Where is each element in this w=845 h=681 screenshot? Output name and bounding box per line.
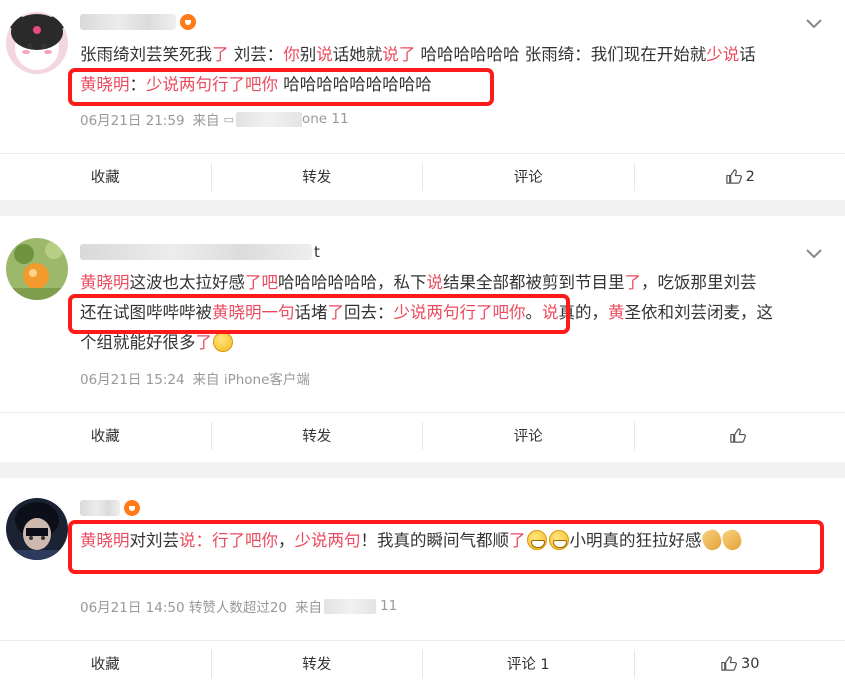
comment-button[interactable]: 评论 bbox=[423, 425, 634, 446]
comment-label: 评论 bbox=[513, 429, 543, 445]
text-segment: 个组就能好很多 bbox=[80, 333, 196, 352]
forward-label: 转发 bbox=[302, 429, 332, 445]
text-segment: 话她就 bbox=[332, 45, 383, 64]
highlighted-text: 黄 bbox=[608, 303, 625, 322]
device-icon: ▭ bbox=[223, 112, 234, 126]
text-segment: 张雨绮刘芸笑死我 bbox=[80, 45, 212, 64]
post-meta: 06月21日 14:50 转赞人数超过20 来自 11 bbox=[80, 596, 397, 616]
post-source-suffix[interactable]: 11 bbox=[380, 598, 397, 614]
forward-button[interactable]: 转发 bbox=[212, 653, 423, 674]
chevron-down-icon[interactable] bbox=[805, 18, 823, 30]
highlighted-text: 说了 bbox=[382, 45, 416, 64]
text-segment: 哈哈哈哈哈哈 张雨绮：我们现在开始就 bbox=[415, 45, 707, 64]
post-source-prefix: 来自 bbox=[192, 113, 220, 129]
like-count: 30 bbox=[741, 655, 760, 672]
action-bar: 收藏 转发 评论 1 30 bbox=[0, 640, 845, 681]
highlighted-text: 说 bbox=[426, 273, 444, 292]
text-line: 张雨绮刘芸笑死我了 刘芸：你别说话她就说了 哈哈哈哈哈哈 张雨绮：我们现在开始就… bbox=[80, 40, 825, 70]
blurred-source bbox=[235, 111, 302, 127]
comment-label: 评论 bbox=[513, 170, 543, 186]
blurred-username bbox=[80, 244, 312, 260]
post-source-prefix: 来自 bbox=[295, 600, 323, 616]
forward-button[interactable]: 转发 bbox=[212, 166, 423, 187]
post-separator bbox=[0, 462, 845, 478]
red-highlight-box bbox=[68, 294, 570, 334]
blurred-username bbox=[80, 500, 120, 516]
like-button[interactable]: 30 bbox=[635, 655, 845, 672]
text-segment: 结果全部都被剪到节目里 bbox=[443, 273, 625, 292]
favorite-label: 收藏 bbox=[90, 657, 120, 673]
forward-label: 转发 bbox=[302, 657, 332, 673]
avatar[interactable] bbox=[6, 12, 68, 74]
text-segment: 别 bbox=[299, 45, 317, 64]
red-highlight-box bbox=[68, 520, 824, 574]
username[interactable] bbox=[80, 11, 196, 33]
username[interactable]: t bbox=[80, 241, 321, 263]
favorite-label: 收藏 bbox=[90, 429, 120, 445]
highlighted-text: 你 bbox=[283, 45, 300, 64]
avatar[interactable] bbox=[6, 238, 68, 300]
weibo-post-1: 张雨绮刘芸笑死我了 刘芸：你别说话她就说了 哈哈哈哈哈哈 张雨绮：我们现在开始就… bbox=[0, 0, 845, 200]
favorite-button[interactable]: 收藏 bbox=[0, 653, 211, 674]
highlighted-text: 说 bbox=[316, 45, 333, 64]
username-tail: t bbox=[314, 243, 321, 261]
favorite-label: 收藏 bbox=[90, 170, 120, 186]
highlighted-text: 了 bbox=[195, 333, 213, 352]
text-segment: 圣依和刘芸闭麦，这 bbox=[624, 303, 774, 322]
text-segment: 刘芸： bbox=[228, 45, 284, 64]
weibo-post-2: t 黄晓明这波也太拉好感了吧哈哈哈哈哈哈，私下说结果全部都被剪到节目里了，吃饭那… bbox=[0, 216, 845, 462]
red-highlight-box bbox=[68, 68, 494, 106]
post-meta: 06月21日 21:59 来自 ▭ one 11 bbox=[80, 109, 349, 129]
highlighted-text: 了吧 bbox=[245, 273, 278, 292]
thumb-up-icon bbox=[729, 427, 747, 444]
comment-label: 评论 1 bbox=[506, 657, 550, 673]
text-segment: 这波也太拉好感 bbox=[129, 273, 246, 292]
comment-button[interactable]: 评论 1 bbox=[423, 653, 634, 674]
like-button[interactable]: 2 bbox=[635, 168, 845, 185]
favorite-button[interactable]: 收藏 bbox=[0, 425, 211, 446]
post-date: 06月21日 21:59 bbox=[80, 113, 185, 129]
forward-button[interactable]: 转发 bbox=[212, 425, 423, 446]
post-date: 06月21日 14:50 转赞人数超过20 bbox=[80, 600, 288, 616]
highlighted-text: 了 bbox=[212, 45, 229, 64]
forward-label: 转发 bbox=[302, 170, 332, 186]
comment-button[interactable]: 评论 bbox=[423, 166, 634, 187]
chevron-down-icon[interactable] bbox=[805, 248, 823, 260]
highlighted-text: 少说 bbox=[706, 45, 740, 64]
like-button[interactable] bbox=[635, 427, 845, 444]
smile-emoji-icon bbox=[213, 332, 233, 352]
post-separator bbox=[0, 200, 845, 216]
blurred-username bbox=[80, 14, 176, 30]
text-segment: ，吃饭那里刘芸 bbox=[641, 273, 757, 292]
post-source[interactable]: 来自 iPhone客户端 bbox=[193, 368, 310, 388]
username[interactable] bbox=[80, 497, 140, 519]
blurred-source bbox=[324, 598, 377, 614]
text-segment: 话 bbox=[739, 45, 756, 64]
post-meta: 06月21日 15:24 来自 iPhone客户端 bbox=[80, 368, 310, 388]
highlighted-text: 黄晓明 bbox=[80, 273, 130, 292]
vip-badge-icon bbox=[180, 14, 196, 30]
action-bar: 收藏 转发 评论 bbox=[0, 412, 845, 458]
like-count: 2 bbox=[745, 168, 755, 185]
post-date: 06月21日 15:24 bbox=[80, 372, 185, 388]
avatar[interactable] bbox=[6, 498, 68, 560]
favorite-button[interactable]: 收藏 bbox=[0, 166, 211, 187]
post-source-suffix[interactable]: one 11 bbox=[302, 111, 349, 127]
highlighted-text: 了 bbox=[624, 273, 642, 292]
vip-badge-icon bbox=[124, 500, 140, 516]
weibo-post-3: 黄晓明对刘芸说：行了吧你，少说两句！我真的瞬间气都顺了 小明真的狂拉好感 06月2… bbox=[0, 478, 845, 681]
text-segment: 哈哈哈哈哈哈，私下 bbox=[278, 273, 427, 292]
action-bar: 收藏 转发 评论 2 bbox=[0, 153, 845, 199]
thumb-up-icon bbox=[725, 168, 742, 185]
thumb-up-icon bbox=[720, 655, 737, 672]
